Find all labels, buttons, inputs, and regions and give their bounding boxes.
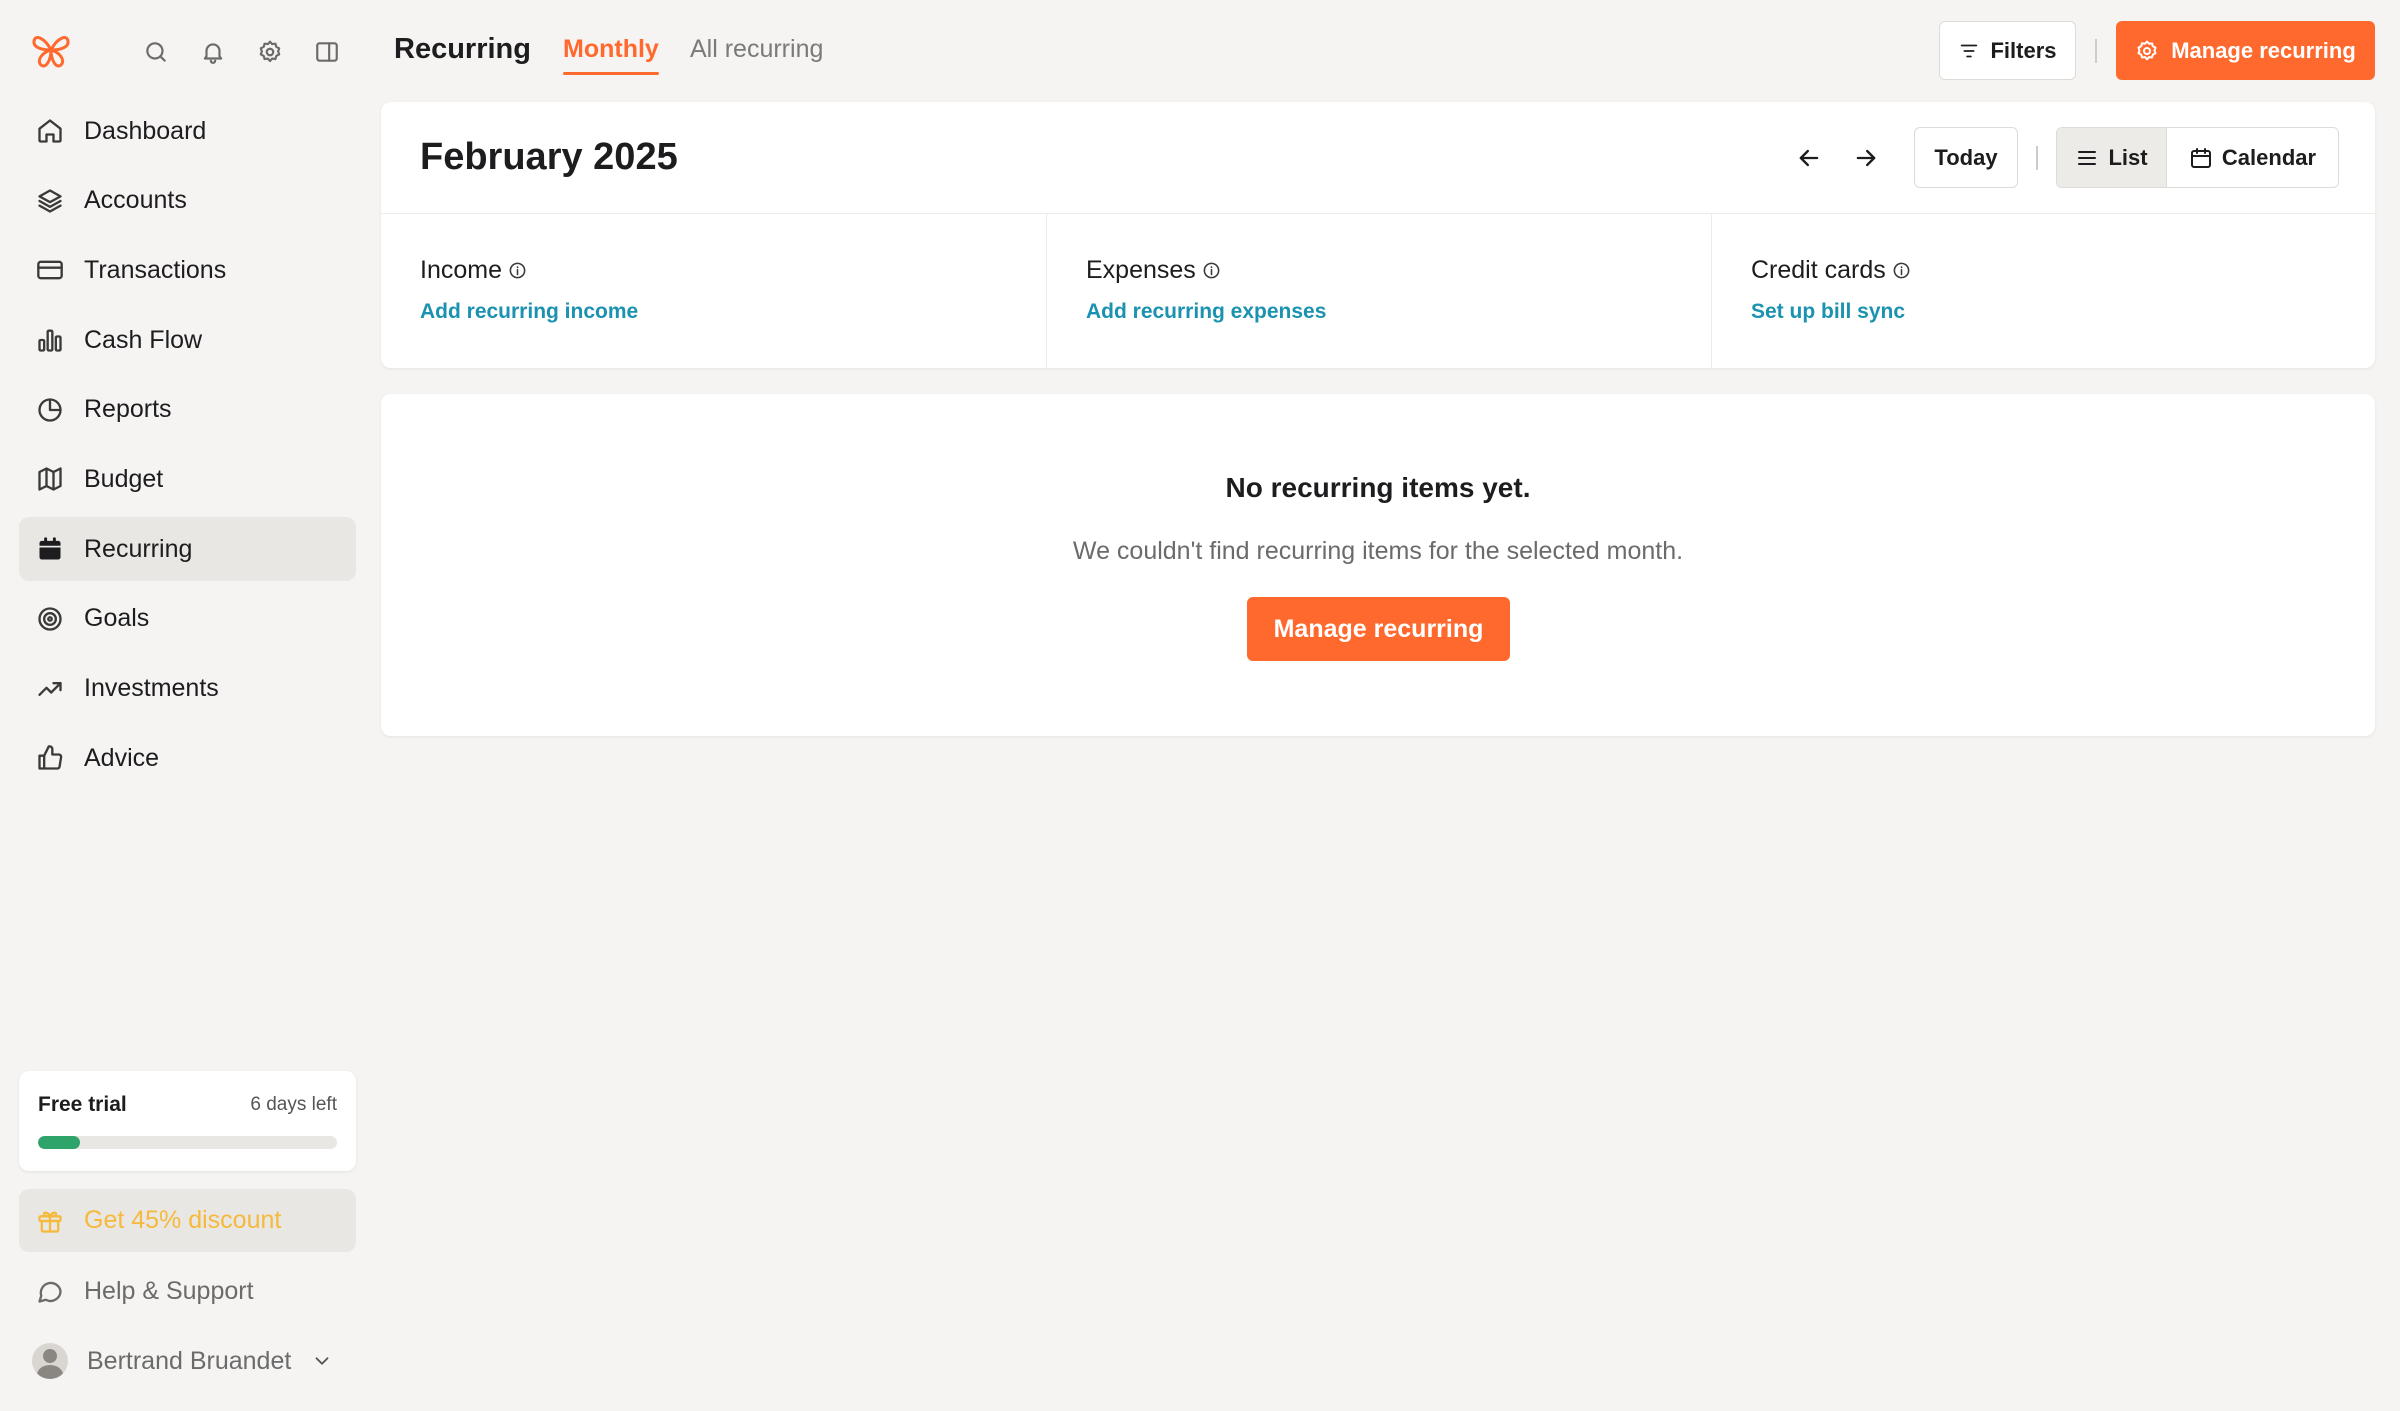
sidebar-item-label: Accounts [84, 186, 187, 215]
trial-progress-fill [38, 1136, 80, 1149]
info-icon[interactable] [1892, 261, 1911, 280]
filter-icon [1961, 44, 1978, 57]
layers-icon [36, 187, 64, 215]
chat-bubble-icon [36, 1277, 64, 1305]
pie-chart-icon [36, 396, 64, 424]
tab-monthly[interactable]: Monthly [563, 35, 659, 75]
bar-chart-icon [36, 326, 64, 354]
chevron-down-icon [311, 1350, 333, 1372]
search-icon[interactable] [138, 34, 174, 70]
help-label: Help & Support [84, 1276, 254, 1305]
bell-icon[interactable] [195, 34, 231, 70]
brand-logo-icon[interactable] [29, 28, 73, 72]
next-month-button[interactable] [1846, 138, 1886, 178]
list-view-label: List [2108, 144, 2148, 170]
list-icon [2078, 150, 2097, 165]
manage-recurring-button[interactable]: Manage recurring [2116, 21, 2375, 80]
sidebar-item-label: Transactions [84, 255, 227, 284]
sidebar-item-recurring[interactable]: Recurring [19, 517, 356, 582]
sidebar-toolbar [138, 34, 366, 70]
income-label: Income [420, 256, 502, 284]
user-menu[interactable]: Bertrand Bruandet [19, 1329, 356, 1393]
credit-cards-summary: Credit cards Set up bill sync [1711, 214, 2375, 368]
home-icon [36, 117, 64, 145]
gear-icon [2137, 40, 2157, 60]
set-up-bill-sync-link[interactable]: Set up bill sync [1751, 300, 1905, 324]
sidebar-item-reports[interactable]: Reports [19, 378, 356, 442]
page-title: Recurring [394, 33, 531, 65]
sidebar-item-label: Budget [84, 464, 164, 493]
sidebar-item-label: Advice [84, 743, 160, 772]
empty-state-card: No recurring items yet. We couldn't find… [381, 394, 2375, 736]
sidebar-item-cash-flow[interactable]: Cash Flow [19, 308, 356, 372]
toolbar-divider [2036, 146, 2038, 170]
info-icon[interactable] [1202, 261, 1221, 280]
sidebar-nav: Dashboard Accounts Transactions Cash Flo… [19, 99, 356, 796]
add-recurring-income-link[interactable]: Add recurring income [420, 300, 638, 324]
calendar-icon [36, 535, 64, 563]
info-icon[interactable] [508, 261, 527, 280]
empty-state-subtitle: We couldn't find recurring items for the… [1072, 537, 1684, 565]
sidebar-item-advice[interactable]: Advice [19, 726, 356, 790]
header-divider [2095, 39, 2097, 63]
thumbs-up-icon [36, 744, 64, 772]
sidebar-item-goals[interactable]: Goals [19, 587, 356, 651]
sidebar: Dashboard Accounts Transactions Cash Flo… [0, 0, 368, 1411]
manage-recurring-label: Manage recurring [2171, 37, 2356, 63]
free-trial-card: Free trial 6 days left [19, 1071, 356, 1171]
view-toggle: List Calendar [2056, 127, 2339, 188]
arrow-left-icon [1799, 149, 1819, 167]
trending-up-icon [36, 675, 64, 703]
sidebar-item-label: Investments [84, 674, 219, 702]
month-summary-card: February 2025 Today List Calendar Income… [381, 102, 2375, 368]
credit-cards-label: Credit cards [1751, 256, 1886, 284]
income-summary: Income Add recurring income [381, 214, 1046, 368]
month-title: February 2025 [420, 136, 678, 178]
filters-button[interactable]: Filters [1939, 21, 2076, 80]
sidebar-item-label: Cash Flow [84, 325, 203, 354]
trial-days-left: 6 days left [250, 1094, 337, 1115]
empty-state-title: No recurring items yet. [1225, 472, 1531, 503]
sidebar-item-label: Reports [84, 395, 172, 424]
arrow-right-icon [1856, 149, 1876, 167]
sidebar-item-investments[interactable]: Investments [19, 657, 356, 721]
sidebar-toggle-icon[interactable] [309, 34, 345, 70]
trial-progress-bar [38, 1136, 337, 1149]
map-icon [36, 465, 64, 493]
sidebar-item-dashboard[interactable]: Dashboard [19, 99, 356, 163]
target-icon [36, 605, 64, 633]
sidebar-item-label: Goals [84, 604, 150, 633]
sidebar-item-label: Dashboard [84, 116, 207, 145]
tab-all-recurring[interactable]: All recurring [690, 35, 823, 64]
expenses-summary: Expenses Add recurring expenses [1046, 214, 1711, 368]
trial-title: Free trial [38, 1093, 127, 1116]
calendar-view-label: Calendar [2221, 144, 2317, 170]
user-name: Bertrand Bruandet [87, 1346, 292, 1375]
calendar-icon [2190, 147, 2211, 168]
sidebar-item-budget[interactable]: Budget [19, 447, 356, 511]
add-recurring-expenses-link[interactable]: Add recurring expenses [1086, 300, 1326, 324]
avatar [32, 1343, 68, 1379]
list-view-button[interactable]: List [2057, 128, 2167, 187]
gift-icon [36, 1207, 64, 1235]
gear-icon[interactable] [252, 34, 288, 70]
discount-label: Get 45% discount [84, 1206, 282, 1234]
sidebar-item-label: Recurring [84, 534, 193, 563]
credit-card-icon [36, 256, 64, 284]
expenses-label: Expenses [1086, 256, 1196, 284]
sidebar-item-transactions[interactable]: Transactions [19, 238, 356, 302]
sidebar-item-accounts[interactable]: Accounts [19, 169, 356, 233]
empty-manage-recurring-button[interactable]: Manage recurring [1247, 597, 1510, 661]
filters-label: Filters [1990, 37, 2057, 63]
help-support-link[interactable]: Help & Support [19, 1259, 356, 1323]
previous-month-button[interactable] [1789, 138, 1829, 178]
today-button[interactable]: Today [1914, 127, 2018, 188]
calendar-view-button[interactable]: Calendar [2167, 128, 2338, 187]
discount-button[interactable]: Get 45% discount [19, 1189, 356, 1252]
